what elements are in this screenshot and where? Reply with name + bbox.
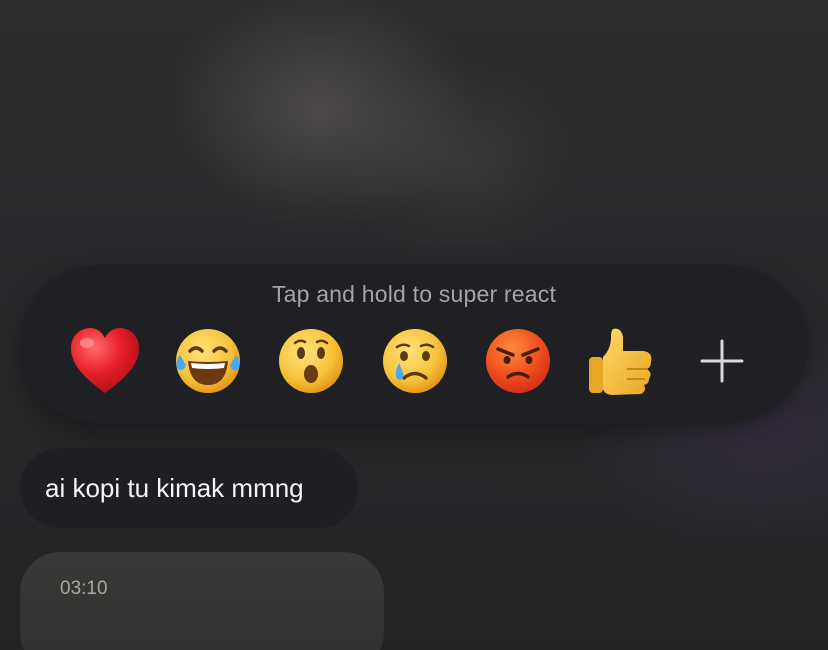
- face-with-tears-of-joy-icon: [176, 329, 240, 393]
- reaction-heart-button[interactable]: [67, 323, 143, 399]
- plus-icon: [700, 339, 744, 383]
- crying-face-icon: [383, 329, 447, 393]
- red-heart-icon: [71, 328, 139, 393]
- reaction-angry-button[interactable]: [480, 323, 556, 399]
- face-with-open-mouth-icon: [279, 329, 343, 393]
- thumbs-up-icon: [589, 328, 652, 395]
- reaction-hint-text: Tap and hold to super react: [271, 281, 557, 307]
- message-text: ai kopi tu kimak mmng: [45, 472, 304, 503]
- reaction-row: [67, 323, 787, 399]
- reaction-sad-button[interactable]: [377, 323, 453, 399]
- media-duration: 03:10: [60, 578, 108, 599]
- reaction-wow-button[interactable]: [273, 323, 349, 399]
- message-bubble[interactable]: ai kopi tu kimak mmng: [20, 448, 358, 528]
- angry-face-icon: [486, 329, 550, 393]
- chat-screen: Tap and hold to super react ai kopi tu k…: [0, 0, 828, 650]
- reaction-picker: Tap and hold to super react: [20, 265, 808, 423]
- more-reactions-button[interactable]: [684, 323, 760, 399]
- media-message-bubble[interactable]: 03:10: [20, 552, 384, 650]
- reaction-laugh-button[interactable]: [170, 323, 246, 399]
- reaction-like-button[interactable]: [583, 323, 659, 399]
